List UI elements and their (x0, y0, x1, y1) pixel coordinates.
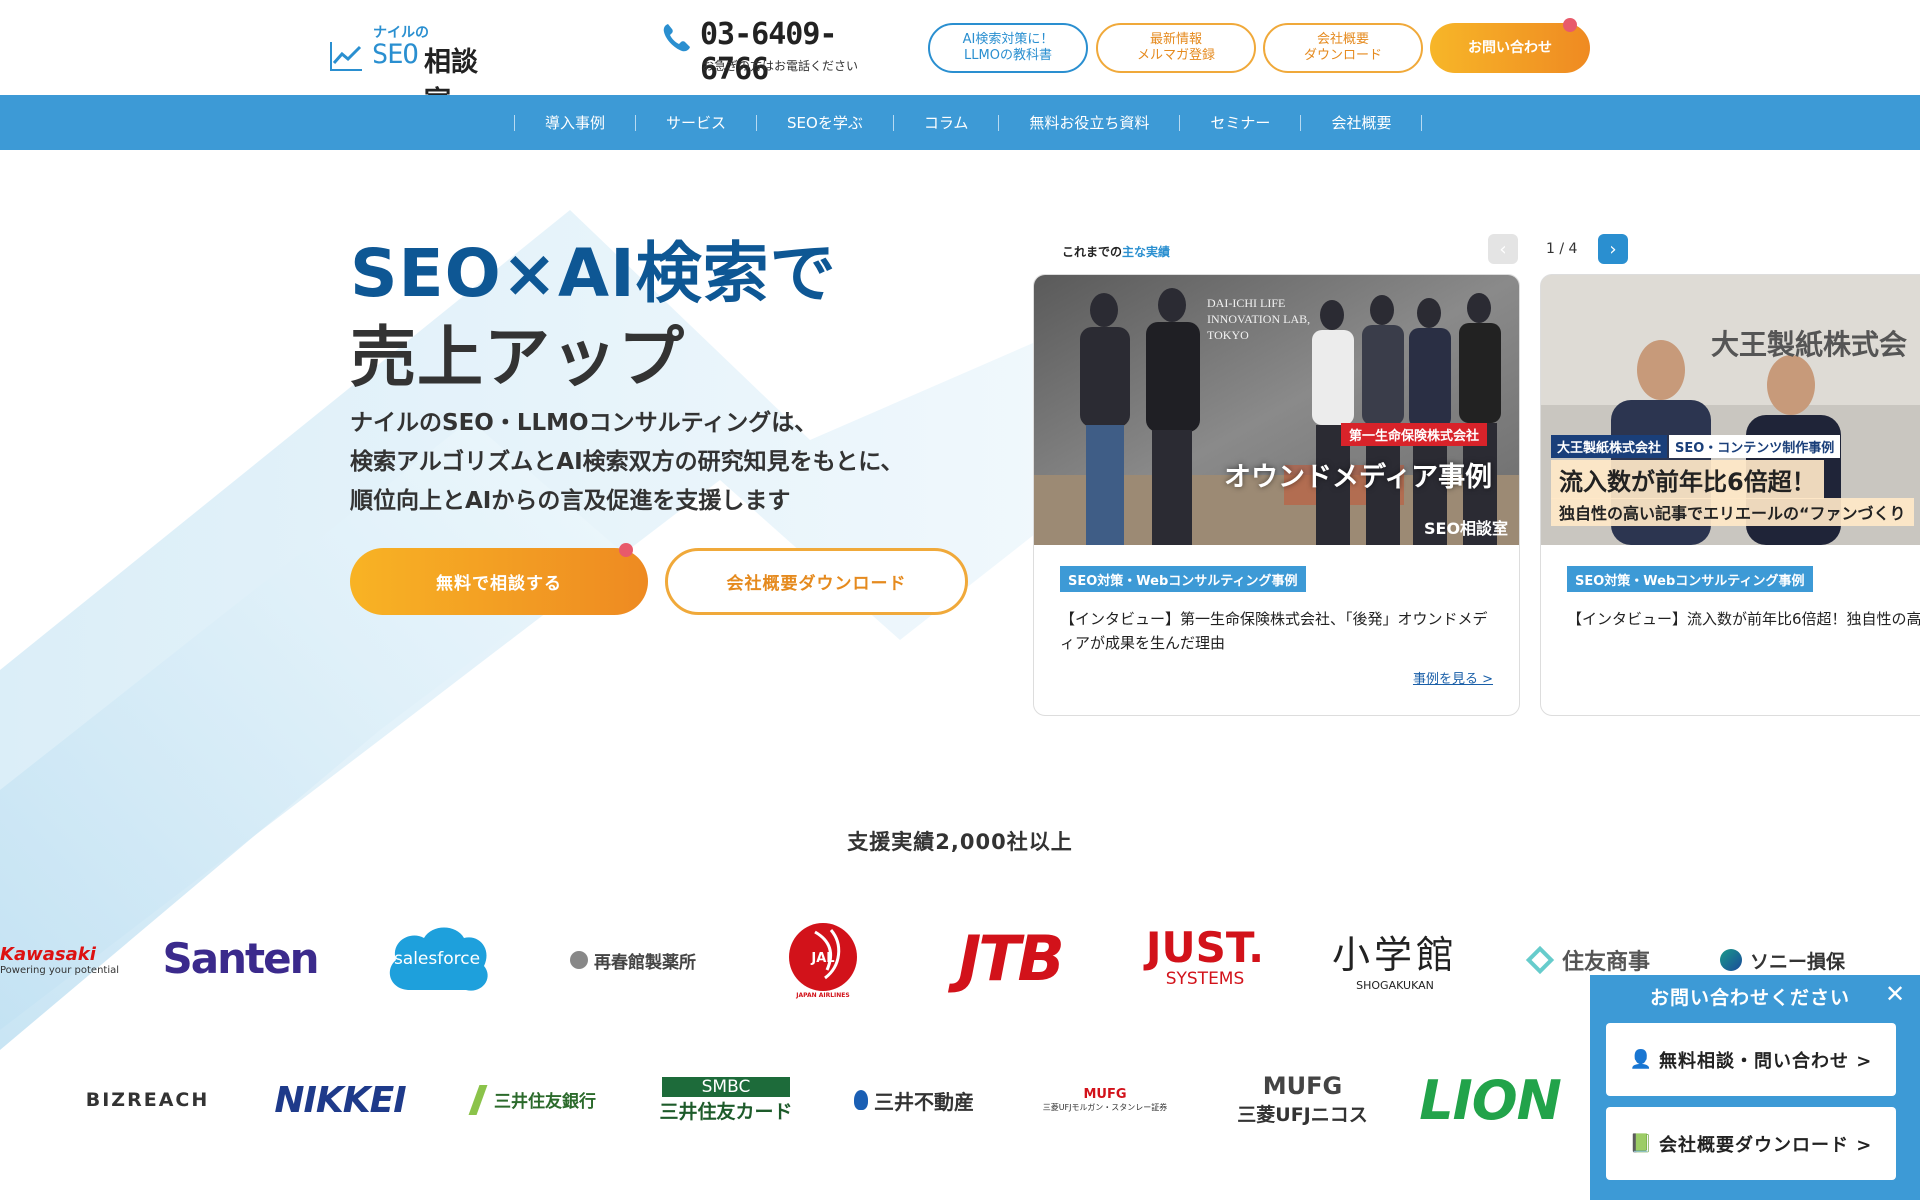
slider-next-button[interactable]: › (1598, 234, 1628, 264)
site-logo[interactable]: ナイルの SEO 相談室 (328, 20, 498, 117)
global-nav: 導入事例 サービス SEOを学ぶ コラム 無料お役立ち資料 セミナー 会社概要 (0, 95, 1920, 150)
achievements-heading: これまでの主な実績 (1062, 245, 1171, 259)
case-photo: DAI-ICHI LIFE INNOVATION LAB, TOKYO 第一生命… (1034, 275, 1519, 545)
client-logo-santen: Santen (162, 933, 320, 983)
client-logo-mitsui-fudosan: 三井不動産 (848, 1080, 980, 1120)
client-logo-nikkei: NIKKEI (274, 1079, 406, 1121)
client-logo-jtb: JTB (958, 921, 1065, 995)
client-logo-mufg-nicos: MUFG 三菱UFJニコス (1237, 1072, 1368, 1126)
popup-company-download-button[interactable]: 📗 会社概要ダウンロード > (1606, 1107, 1896, 1180)
photo-type-badge: SEO・コンテンツ制作事例 (1669, 435, 1841, 458)
case-photo: 大王製紙株式会 大王製紙株式会社 SEO・コンテンツ制作事例 流入数が前年比6倍… (1541, 275, 1920, 545)
phone-number[interactable]: 03-6409-6766 (700, 17, 890, 87)
nav-item-case-studies[interactable]: 導入事例 (515, 112, 635, 133)
llmo-guide-button[interactable]: AI検索対策に！ LLMOの教科書 (928, 23, 1088, 73)
client-logo-saishunkan: 再春館製薬所 (558, 940, 708, 980)
client-logo-mufg-ms: MUFG 三菱UFJモルガン・スタンレー証券 (1042, 1086, 1168, 1112)
sumitomo-mark-icon (1525, 945, 1555, 975)
nav-item-company[interactable]: 会社概要 (1301, 112, 1421, 133)
person-icon: 👤 (1629, 1049, 1654, 1070)
photo-seo-logo: SEO相談室 (1424, 519, 1509, 538)
case-category-tag[interactable]: SEO対策・Webコンサルティング事例 (1060, 566, 1306, 592)
close-icon[interactable]: ✕ (1880, 979, 1910, 1009)
contact-popup: お問い合わせください ✕ 👤 無料相談・問い合わせ > 📗 会社概要ダウンロード… (1590, 975, 1920, 1200)
hero-description: ナイルのSEO・LLMOコンサルティングは、 検索アルゴリズムとAI検索双方の研… (350, 410, 904, 514)
photo-caption: オウンドメディア事例 (1224, 462, 1493, 493)
chevron-right-icon: › (1609, 238, 1617, 260)
notification-dot (619, 543, 633, 557)
photo-headline: 流入数が前年比6倍超！ (1551, 460, 1824, 499)
hero-title: SEO×AI検索で 売上アップ (350, 232, 837, 400)
nav-item-learn-seo[interactable]: SEOを学ぶ (757, 112, 893, 133)
case-card[interactable]: DAI-ICHI LIFE INNOVATION LAB, TOKYO 第一生命… (1033, 274, 1520, 716)
slider-prev-button[interactable]: ‹ (1488, 234, 1518, 264)
free-consult-inquiry-button[interactable]: 👤 無料相談・問い合わせ > (1606, 1023, 1896, 1096)
client-logo-lion: LION (1419, 1068, 1562, 1132)
client-logo-smbc-bank: 三井住友銀行 (465, 1077, 605, 1122)
notification-dot (1563, 18, 1577, 32)
company-overview-download-button[interactable]: 会社概要ダウンロード (665, 548, 968, 615)
slider-counter: 1 / 4 (1546, 241, 1578, 257)
client-logo-shogakukan: 小学館 SHOGAKUKAN (1331, 933, 1458, 992)
photo-company-badge: 大王製紙株式会社 (1551, 435, 1668, 458)
photo-sign-line1: DAI-ICHI LIFE (1207, 296, 1285, 310)
client-logo-bizreach: BIZREACH (85, 1089, 210, 1111)
photo-sign-line2: INNOVATION LAB, (1207, 312, 1310, 326)
case-title[interactable]: 【インタビュー】第一生命保険株式会社、「後発」オウンドメディアが成果を生んだ理由 (1060, 607, 1500, 655)
client-logo-sony-sonpo: ソニー損保 (1720, 940, 1845, 980)
nav-item-seminar[interactable]: セミナー (1180, 112, 1300, 133)
photo-company-badge: 第一生命保険株式会社 (1341, 423, 1488, 446)
chart-trend-icon (330, 42, 362, 71)
contact-popup-title: お問い合わせください (1649, 987, 1850, 1009)
nav-separator (1421, 114, 1423, 131)
phone-icon (663, 24, 690, 52)
photo-sign: 大王製紙株式会 (1711, 328, 1908, 361)
logo-seo: SEO (372, 39, 419, 70)
book-icon: 📗 (1629, 1133, 1654, 1154)
clients-heading: 支援実績2,000社以上 (847, 830, 1073, 854)
nav-item-services[interactable]: サービス (636, 112, 756, 133)
view-case-link[interactable]: 事例を見る > (1413, 668, 1493, 687)
client-logo-kawasaki: Kawasaki Powering your potential (0, 944, 120, 976)
sony-sonpo-mark-icon (1720, 949, 1742, 971)
case-category-tag[interactable]: SEO対策・Webコンサルティング事例 (1567, 566, 1813, 592)
nav-item-resources[interactable]: 無料お役立ち資料 (999, 112, 1179, 133)
photo-subline: 独自性の高い記事でエリエールの“ファンづくり (1551, 498, 1914, 526)
mitsui-fudosan-mark-icon (854, 1090, 868, 1110)
hero-title-line1: SEO×AI検索で (350, 235, 837, 312)
newsletter-button[interactable]: 最新情報 メルマガ登録 (1096, 23, 1256, 73)
client-logo-sumitomo: 住友商事 (1515, 940, 1665, 980)
smbc-bank-mark-icon (468, 1084, 488, 1115)
hero-title-line2: 売上アップ (350, 319, 685, 396)
phone-note: お急ぎの方はお電話ください (702, 59, 859, 73)
client-logo-jal: JAL JAPAN AIRLINES (780, 915, 866, 1005)
case-card[interactable]: 大王製紙株式会 大王製紙株式会社 SEO・コンテンツ制作事例 流入数が前年比6倍… (1540, 274, 1920, 716)
phone-contact[interactable]: 03-6409-6766 お急ぎの方はお電話ください (660, 17, 890, 87)
client-logo-salesforce: salesforce (380, 920, 494, 998)
free-consult-button[interactable]: 無料で相談する (350, 548, 648, 615)
client-logo-smbc-card: SMBC 三井住友カード (659, 1076, 793, 1123)
nav-item-column[interactable]: コラム (894, 112, 999, 133)
case-title[interactable]: 【インタビュー】流入数が前年比6倍超！独自性の高い記事でエリエールの“ファンづく… (1567, 607, 1920, 631)
saishunkan-mark-icon (570, 951, 588, 969)
photo-sign-line3: TOKYO (1207, 328, 1249, 342)
client-logo-justsystems: JUST. SYSTEMS (1145, 923, 1265, 990)
chevron-left-icon: ‹ (1499, 238, 1507, 260)
site-header: ナイルの SEO 相談室 03-6409-6766 お急ぎの方はお電話ください … (0, 0, 1920, 117)
company-download-button[interactable]: 会社概要 ダウンロード (1263, 23, 1423, 73)
